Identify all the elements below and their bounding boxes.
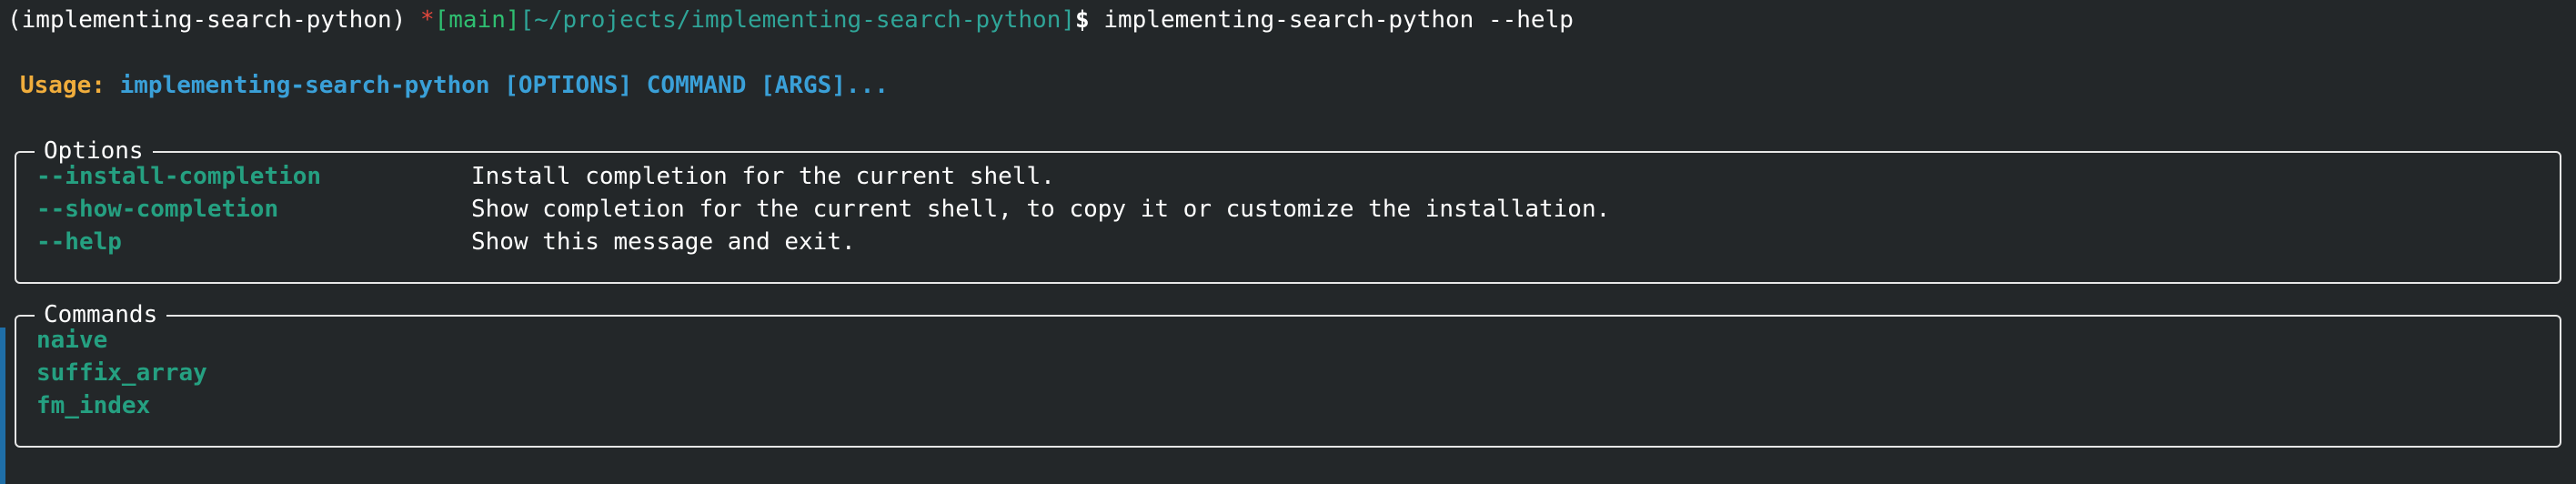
shell-prompt-line: (implementing-search-python) *[main][~/p… [7,4,1574,36]
terminal-left-accent [0,328,5,484]
option-description: Install completion for the current shell… [471,163,1055,190]
usage-line: Usage: implementing-search-python [OPTIO… [20,69,889,102]
option-row: --help Show this message and exit. [36,226,856,258]
prompt-symbol: $ [1075,6,1090,34]
virtualenv-name: (implementing-search-python) [7,6,407,34]
git-dirty-marker: * [419,6,435,34]
option-name: --install-completion [36,163,322,190]
option-description: Show this message and exit. [471,228,856,256]
usage-arguments: [OPTIONS] COMMAND [ARGS]... [504,72,889,99]
command-row: suffix_array [36,357,207,389]
command-row: naive [36,324,107,357]
option-row: --install-completion Install completion f… [36,160,1055,193]
entered-command: implementing-search-python --help [1103,6,1574,34]
command-row: fm_index [36,389,150,422]
option-name: --help [36,228,122,256]
command-name: suffix_array [36,359,207,387]
command-name: naive [36,327,108,354]
git-branch: [main] [434,6,520,34]
command-name: fm_index [36,392,151,419]
current-directory: [~/projects/implementing-search-python] [519,6,1076,34]
options-panel: Options --install-completion Install comp… [15,135,2561,284]
option-row: --show-completion Show completion for the… [36,193,1610,226]
usage-label: Usage: [20,72,106,99]
usage-program-name: implementing-search-python [119,72,490,99]
commands-panel: Commands naive suffix_array fm_index [15,298,2561,448]
option-name: --show-completion [36,196,279,223]
option-description: Show completion for the current shell, t… [471,196,1611,223]
